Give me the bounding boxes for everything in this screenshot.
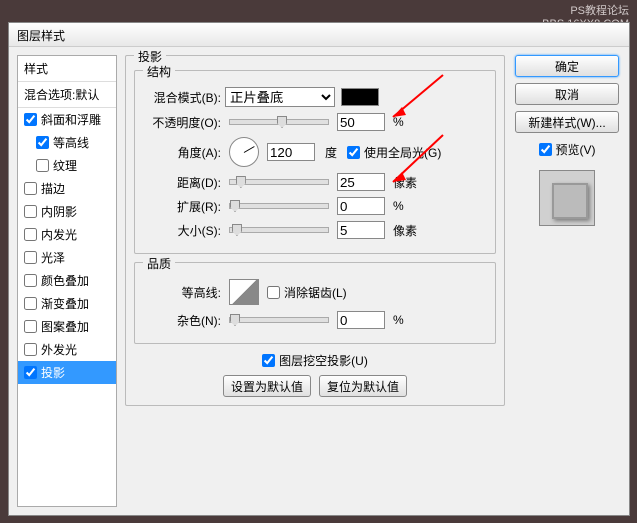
right-panel: 确定 取消 新建样式(W)... 预览(V) (513, 55, 621, 507)
sidebar-item-effect[interactable]: 斜面和浮雕 (18, 108, 116, 131)
main-panel: 投影 结构 混合模式(B): 正片叠底 不透明度(O): % (125, 55, 505, 507)
spread-slider[interactable] (229, 203, 329, 209)
shadow-color-swatch[interactable] (341, 88, 379, 106)
effect-checkbox[interactable] (24, 297, 37, 310)
noise-unit: % (393, 313, 423, 327)
effect-label: 斜面和浮雕 (41, 111, 101, 128)
effect-label: 纹理 (53, 157, 77, 174)
contour-label: 等高线: (143, 284, 221, 301)
antialias-checkbox[interactable] (267, 286, 280, 299)
spread-input[interactable] (337, 197, 385, 215)
sidebar-item-effect[interactable]: 纹理 (18, 154, 116, 177)
size-label: 大小(S): (143, 222, 221, 239)
angle-input[interactable] (267, 143, 315, 161)
effect-label: 内阴影 (41, 203, 77, 220)
effect-label: 内发光 (41, 226, 77, 243)
distance-slider[interactable] (229, 179, 329, 185)
preview-label: 预览(V) (556, 141, 596, 158)
angle-unit: 度 (325, 144, 337, 161)
noise-slider[interactable] (229, 317, 329, 323)
distance-label: 距离(D): (143, 174, 221, 191)
dialog-titlebar[interactable]: 图层样式 (9, 23, 629, 47)
panel-dropshadow: 投影 结构 混合模式(B): 正片叠底 不透明度(O): % (125, 55, 505, 406)
cancel-button[interactable]: 取消 (515, 83, 619, 105)
sidebar-item-effect[interactable]: 描边 (18, 177, 116, 200)
contour-picker[interactable] (229, 279, 259, 305)
global-light-checkbox[interactable] (347, 146, 360, 159)
distance-unit: 像素 (393, 174, 423, 191)
sidebar-item-effect[interactable]: 等高线 (18, 131, 116, 154)
structure-group: 结构 混合模式(B): 正片叠底 不透明度(O): % 角度(A): (134, 70, 496, 254)
preview-thumbnail (539, 170, 595, 226)
sidebar-item-effect[interactable]: 渐变叠加 (18, 292, 116, 315)
effect-checkbox[interactable] (24, 228, 37, 241)
angle-dial[interactable] (229, 137, 259, 167)
effect-checkbox[interactable] (24, 251, 37, 264)
angle-label: 角度(A): (143, 144, 221, 161)
antialias-label: 消除锯齿(L) (284, 284, 347, 301)
noise-label: 杂色(N): (143, 312, 221, 329)
knockout-checkbox[interactable] (262, 354, 275, 367)
effect-checkbox[interactable] (24, 182, 37, 195)
layer-style-dialog: 图层样式 样式 混合选项:默认 斜面和浮雕等高线纹理描边内阴影内发光光泽颜色叠加… (8, 22, 630, 516)
effect-checkbox[interactable] (24, 366, 37, 379)
spread-unit: % (393, 199, 423, 213)
spread-label: 扩展(R): (143, 198, 221, 215)
sidebar-item-effect[interactable]: 投影 (18, 361, 116, 384)
global-light-label: 使用全局光(G) (364, 144, 441, 161)
sidebar-item-effect[interactable]: 颜色叠加 (18, 269, 116, 292)
set-default-button[interactable]: 设置为默认值 (223, 375, 311, 397)
blend-mode-select[interactable]: 正片叠底 (225, 87, 335, 107)
effect-checkbox[interactable] (24, 274, 37, 287)
effect-checkbox[interactable] (36, 159, 49, 172)
effect-label: 描边 (41, 180, 65, 197)
effect-label: 颜色叠加 (41, 272, 89, 289)
sidebar-item-effect[interactable]: 光泽 (18, 246, 116, 269)
opacity-label: 不透明度(O): (143, 114, 221, 131)
quality-group: 品质 等高线: 消除锯齿(L) 杂色(N): % (134, 262, 496, 344)
reset-default-button[interactable]: 复位为默认值 (319, 375, 407, 397)
blend-mode-label: 混合模式(B): (143, 89, 221, 106)
effect-label: 外发光 (41, 341, 77, 358)
effect-checkbox[interactable] (36, 136, 49, 149)
sidebar-blend-options[interactable]: 混合选项:默认 (18, 82, 116, 108)
sidebar-header-styles[interactable]: 样式 (18, 56, 116, 82)
effect-checkbox[interactable] (24, 205, 37, 218)
effect-label: 投影 (41, 364, 65, 381)
effect-checkbox[interactable] (24, 320, 37, 333)
sidebar-item-effect[interactable]: 外发光 (18, 338, 116, 361)
effect-label: 光泽 (41, 249, 65, 266)
effect-label: 等高线 (53, 134, 89, 151)
quality-title: 品质 (143, 255, 175, 272)
effect-label: 渐变叠加 (41, 295, 89, 312)
dialog-title: 图层样式 (17, 29, 65, 43)
style-sidebar: 样式 混合选项:默认 斜面和浮雕等高线纹理描边内阴影内发光光泽颜色叠加渐变叠加图… (17, 55, 117, 507)
sidebar-item-effect[interactable]: 内发光 (18, 223, 116, 246)
distance-input[interactable] (337, 173, 385, 191)
size-unit: 像素 (393, 222, 423, 239)
effect-checkbox[interactable] (24, 343, 37, 356)
noise-input[interactable] (337, 311, 385, 329)
ok-button[interactable]: 确定 (515, 55, 619, 77)
knockout-label: 图层挖空投影(U) (279, 352, 368, 369)
sidebar-item-effect[interactable]: 内阴影 (18, 200, 116, 223)
opacity-input[interactable] (337, 113, 385, 131)
sidebar-item-effect[interactable]: 图案叠加 (18, 315, 116, 338)
opacity-unit: % (393, 115, 423, 129)
preview-checkbox[interactable] (539, 143, 552, 156)
effect-checkbox[interactable] (24, 113, 37, 126)
structure-title: 结构 (143, 63, 175, 80)
new-style-button[interactable]: 新建样式(W)... (515, 111, 619, 133)
effect-label: 图案叠加 (41, 318, 89, 335)
opacity-slider[interactable] (229, 119, 329, 125)
size-slider[interactable] (229, 227, 329, 233)
size-input[interactable] (337, 221, 385, 239)
